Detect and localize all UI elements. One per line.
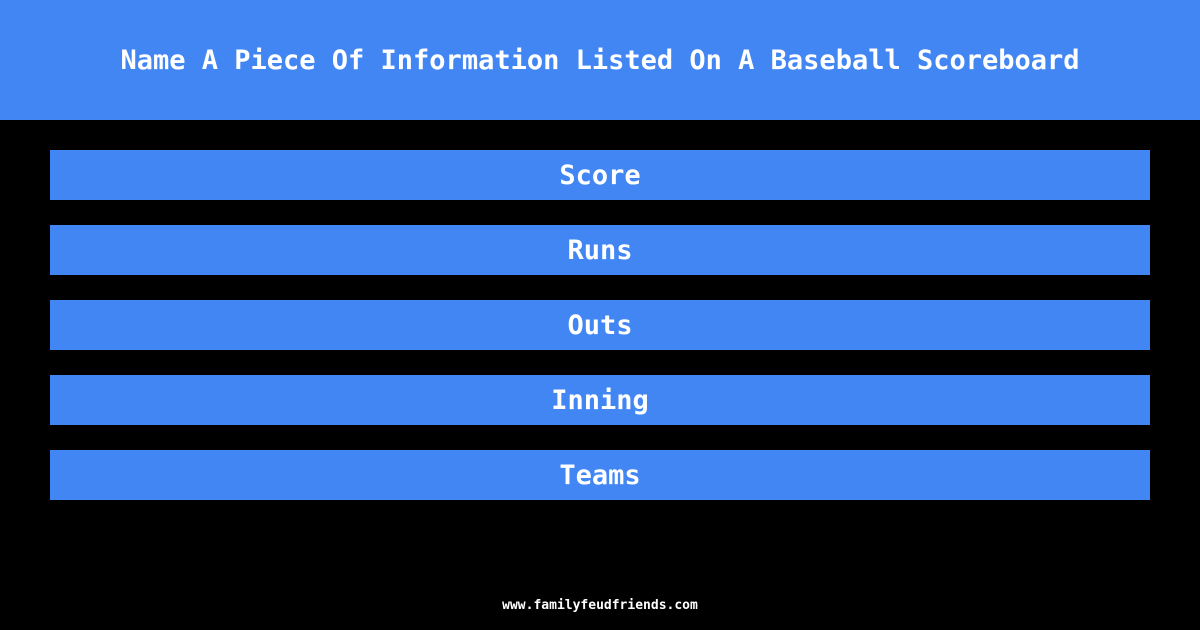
answer-list: Score Runs Outs Inning Teams: [50, 150, 1150, 525]
answer-item: Score: [50, 150, 1150, 200]
answer-item: Runs: [50, 225, 1150, 275]
answer-item: Outs: [50, 300, 1150, 350]
footer-url: www.familyfeudfriends.com: [502, 598, 698, 613]
question-header: Name A Piece Of Information Listed On A …: [0, 0, 1200, 120]
answer-item: Inning: [50, 375, 1150, 425]
question-title: Name A Piece Of Information Listed On A …: [120, 44, 1080, 76]
answer-item: Teams: [50, 450, 1150, 500]
